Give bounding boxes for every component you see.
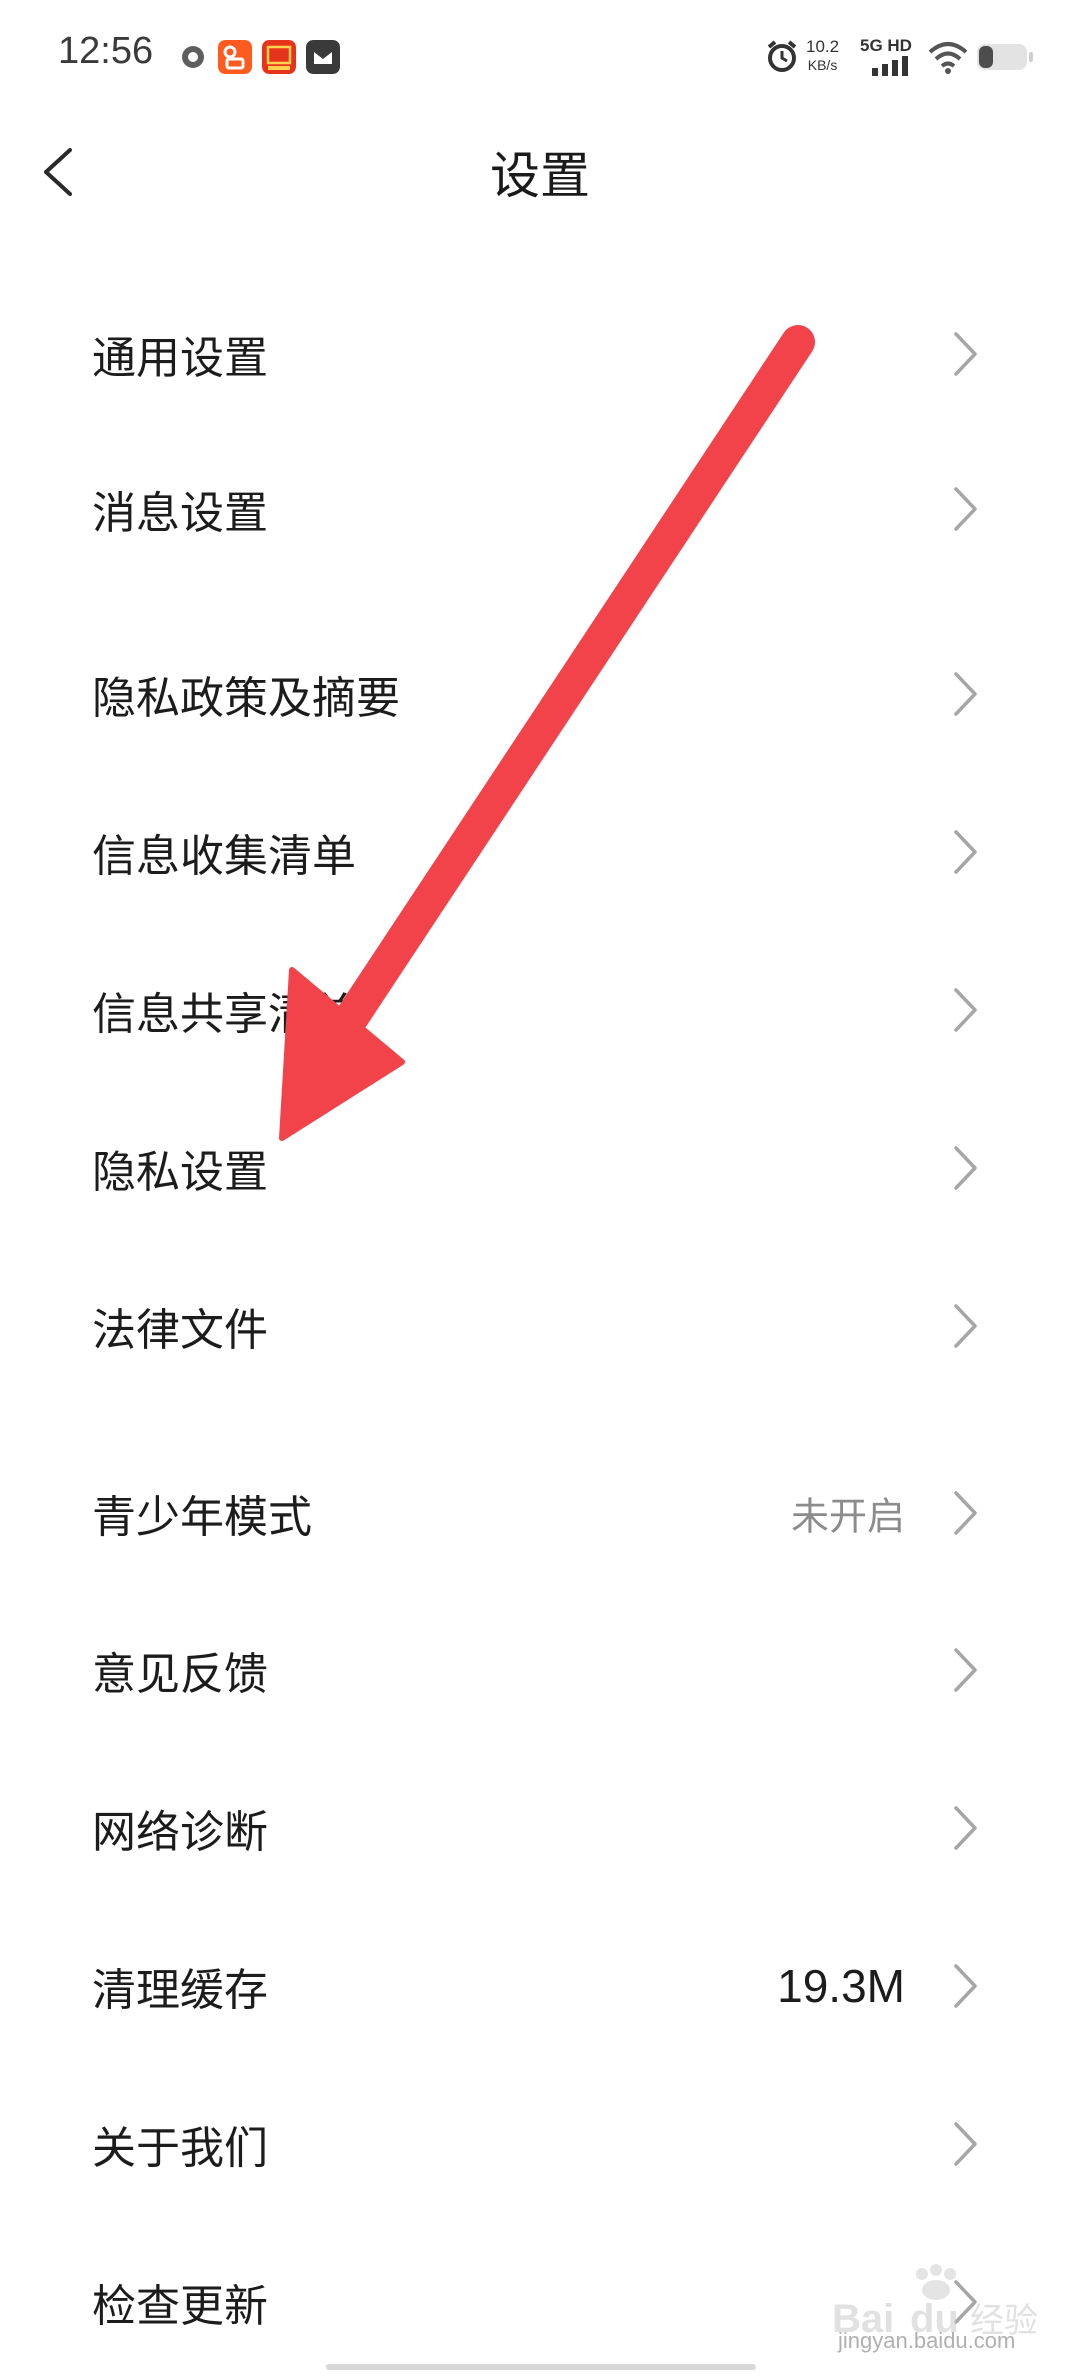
watermark-url: jingyan.baidu.com [838, 2328, 1016, 2353]
taobao-app-icon [262, 40, 296, 74]
row-label: 网络诊断 [92, 1807, 268, 1858]
settings-row-general[interactable]: 通用设置 [0, 284, 1080, 424]
message-app-icon [306, 40, 340, 74]
header: 设置 [0, 112, 1080, 228]
settings-row-info-collection[interactable]: 信息收集清单 [0, 782, 1080, 922]
row-label: 清理缓存 [92, 1965, 268, 2016]
net-speed: 10.2 KB/s [806, 38, 839, 74]
network-type: 5G HD [860, 36, 912, 55]
status-time: 12:56 [58, 30, 154, 72]
row-label: 信息收集清单 [92, 831, 356, 882]
settings-row-about[interactable]: 关于我们 [0, 2074, 1080, 2214]
settings-row-privacy-settings[interactable]: 隐私设置 [0, 1098, 1080, 1238]
settings-row-messages[interactable]: 消息设置 [0, 439, 1080, 579]
battery-icon [977, 44, 1033, 70]
chevron-right-icon [954, 2122, 977, 2166]
chevron-right-icon [954, 1806, 977, 1850]
row-label: 通用设置 [92, 333, 268, 384]
row-label: 关于我们 [92, 2123, 268, 2174]
settings-row-network-diagnosis[interactable]: 网络诊断 [0, 1758, 1080, 1898]
cache-size: 19.3M [777, 1960, 905, 2012]
settings-row-privacy-policy[interactable]: 隐私政策及摘要 [0, 624, 1080, 764]
alarm-icon [767, 40, 797, 72]
settings-row-feedback[interactable]: 意见反馈 [0, 1600, 1080, 1740]
chevron-right-icon [954, 332, 977, 376]
settings-row-teen-mode[interactable]: 青少年模式 未开启 [0, 1443, 1080, 1583]
row-label: 检查更新 [92, 2281, 268, 2332]
row-label: 信息共享清单 [92, 989, 356, 1040]
row-label: 青少年模式 [92, 1492, 312, 1543]
row-label: 隐私设置 [92, 1147, 268, 1198]
settings-row-legal[interactable]: 法律文件 [0, 1256, 1080, 1396]
home-indicator[interactable] [326, 2364, 756, 2370]
chevron-right-icon [954, 1648, 977, 1692]
chevron-right-icon [954, 1964, 977, 2008]
signal-icon [872, 56, 908, 76]
row-label: 隐私政策及摘要 [92, 673, 400, 724]
kuaishou-app-icon [218, 40, 252, 74]
status-bar: 12:56 10.2 KB/s 5G HD [0, 0, 1080, 112]
net-speed-value: 10.2 [806, 37, 840, 56]
chevron-right-icon [954, 1146, 977, 1190]
chevron-right-icon [954, 487, 977, 531]
wifi-icon [928, 42, 968, 74]
app-notification-icon [182, 46, 204, 68]
net-speed-unit: KB/s [807, 57, 838, 73]
chevron-right-icon [954, 1304, 977, 1348]
row-label: 意见反馈 [92, 1649, 268, 1700]
page-title: 设置 [490, 147, 590, 205]
settings-row-info-sharing[interactable]: 信息共享清单 [0, 940, 1080, 1080]
teen-mode-status: 未开启 [790, 1494, 905, 1539]
settings-row-clear-cache[interactable]: 清理缓存 19.3M [0, 1916, 1080, 2056]
chevron-right-icon [954, 672, 977, 716]
row-label: 消息设置 [92, 488, 268, 539]
chevron-right-icon [954, 830, 977, 874]
row-label: 法律文件 [92, 1305, 268, 1356]
chevron-right-icon [954, 988, 977, 1032]
chevron-right-icon [954, 1491, 977, 1535]
